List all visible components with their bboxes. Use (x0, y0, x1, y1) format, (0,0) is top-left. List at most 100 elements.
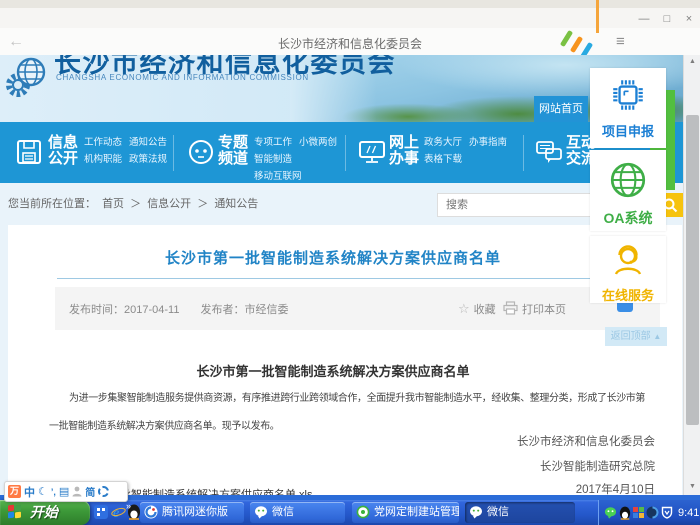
taskbar-button-label: 微信 (487, 506, 509, 518)
taskbar-button-label: 微信 (272, 506, 294, 518)
ime-keyboard-icon[interactable]: ▤ (59, 485, 69, 498)
start-button[interactable]: 开始 (0, 500, 90, 525)
breadcrumb-notice[interactable]: 通知公告 (214, 198, 258, 210)
system-tray: 9:41 (598, 500, 700, 525)
up-arrow-icon: ▲ (653, 332, 661, 341)
nav-affairs-line1: 网上 (389, 134, 419, 151)
article-page-title: 长沙市第一批智能制造系统解决方案供应商名单 (8, 247, 658, 268)
online-service-label: 在线服务 (590, 285, 666, 304)
tray-wechat-icon[interactable] (604, 506, 617, 519)
minimize-button[interactable]: — (635, 12, 653, 26)
close-button[interactable]: × (680, 12, 698, 26)
favorite-button[interactable]: ☆ 收藏 (458, 300, 496, 318)
clock: 9:41 (678, 507, 699, 519)
nav-link[interactable]: 政策法规 (129, 151, 167, 168)
nav-link[interactable]: 小微两创 (299, 134, 337, 151)
plugin-indicator-line (596, 0, 599, 33)
nav-channel-title[interactable]: 专题 频道 (218, 135, 248, 167)
breadcrumb-prefix: 您当前所在位置： (8, 198, 96, 210)
nav-channel-line2: 频道 (218, 150, 248, 167)
site-title-english: CHANGSHA ECONOMIC AND INFORMATION COMMIS… (56, 73, 309, 82)
ime-moon-icon[interactable]: ☾ (38, 485, 48, 498)
nav-link[interactable]: 移动互联网 (254, 168, 302, 185)
nav-link[interactable]: 机构职能 (84, 151, 122, 168)
nav-link[interactable]: 通知公告 (129, 134, 167, 151)
publisher-label: 发布者： (201, 304, 245, 316)
oa-system-card[interactable]: OA系统 (590, 150, 666, 231)
tray-shield-icon[interactable] (661, 506, 673, 519)
title-divider (57, 278, 660, 279)
nav-link[interactable]: 政务大厅 (424, 134, 462, 151)
nav-info-line2: 公开 (48, 150, 78, 167)
nav-affairs-title[interactable]: 网上 办事 (389, 135, 419, 167)
taskbar-button-tencent-mini[interactable]: 腾讯网迷你版 (140, 502, 244, 523)
restore-button[interactable]: □ (658, 12, 676, 26)
tray-grid-icon[interactable] (633, 507, 644, 518)
quicklaunch-more-icon[interactable]: » (126, 501, 131, 511)
signature-institute: 长沙智能制造研究总院 (49, 458, 655, 474)
headset-person-icon (610, 242, 646, 278)
start-label: 开始 (30, 504, 58, 520)
nav-link[interactable]: 表格下载 (424, 151, 462, 168)
nav-affairs-line2: 办事 (389, 150, 419, 167)
info-disclosure-icon (14, 137, 44, 167)
ime-chinese-mode-icon[interactable]: 中 (24, 484, 35, 500)
quicklaunch-messenger-icon[interactable] (94, 505, 108, 519)
oa-system-label: OA系统 (590, 208, 666, 228)
scrollbar-thumb[interactable] (686, 115, 699, 425)
breadcrumb-home[interactable]: 首页 (102, 198, 124, 210)
online-service-card[interactable]: 在线服务 (590, 236, 666, 303)
tray-qq-icon[interactable] (619, 506, 631, 520)
interaction-icon (534, 137, 564, 167)
ime-wan-icon[interactable]: 万 (8, 485, 21, 498)
taskbar-button-label: 党网定制建站管理... (374, 506, 459, 518)
nav-divider (523, 135, 524, 171)
windows-logo-icon (8, 505, 23, 519)
print-label: 打印本页 (522, 304, 566, 316)
ime-settings-gear-icon[interactable] (98, 486, 109, 497)
article-meta: 发布时间：2017-04-11 发布者：市经信委 (69, 301, 289, 317)
back-to-top-button[interactable]: 返回顶部 ▲ (605, 327, 667, 346)
publisher: 市经信委 (245, 304, 289, 316)
site-banner: 长沙市经济和信息化委员会 CHANGSHA ECONOMIC AND INFOR… (0, 55, 683, 122)
project-declare-card[interactable]: 项目申报 (590, 68, 666, 148)
nav-link[interactable]: 工作动态 (84, 134, 122, 151)
wechat-icon (254, 505, 268, 519)
taskbar: 开始 e » 腾讯网迷你版 微信 (0, 500, 700, 525)
star-icon: ☆ (458, 301, 470, 316)
breadcrumb-separator: ＞ (197, 198, 208, 210)
back-to-top-label: 返回顶部 (611, 331, 651, 342)
taskbar-button-label: 腾讯网迷你版 (162, 506, 228, 518)
chip-icon (609, 76, 647, 114)
ime-simplified-icon[interactable]: 简 (85, 484, 95, 499)
breadcrumb-info[interactable]: 信息公开 (147, 198, 191, 210)
tray-swirl-icon[interactable] (646, 506, 659, 519)
nav-link[interactable]: 智能制造 (254, 151, 292, 168)
breadcrumb-separator: ＞ (130, 198, 141, 210)
print-button[interactable]: 打印本页 (503, 300, 566, 318)
scroll-up-icon[interactable]: ▲ (684, 58, 700, 65)
menu-icon[interactable]: ≡ (616, 33, 625, 50)
taskbar-button-wechat-1[interactable]: 微信 (250, 502, 345, 523)
scrollbar[interactable]: ▲ ▼ (683, 55, 700, 495)
taskbar-button-site-builder[interactable]: 党网定制建站管理... (352, 502, 459, 523)
ime-punctuation-icon[interactable]: ’, (51, 487, 56, 497)
scroll-down-icon[interactable]: ▼ (684, 483, 700, 490)
nav-info-title[interactable]: 信息 公开 (48, 135, 78, 167)
special-channel-icon (186, 137, 216, 167)
taskbar-button-wechat-2[interactable]: 微信 (465, 502, 575, 523)
favorite-label: 收藏 (474, 304, 496, 316)
ime-user-icon[interactable] (72, 486, 82, 497)
tencent-icon (144, 505, 158, 519)
ime-toolbar: 万 中 ☾ ’, ▤ 简 (4, 481, 128, 502)
browser-toolbar: ← 长沙市经济和信息化委员会 ≡ (0, 28, 700, 56)
site-builder-icon (356, 505, 370, 519)
quicklaunch-ie-icon[interactable]: e (111, 504, 126, 520)
nav-link[interactable]: 办事指南 (469, 134, 507, 151)
main-nav: 信息 公开 工作动态通知公告机构职能政策法规 专题 频道 专项工作小微两创智能制… (0, 122, 683, 183)
desktop: { "colors":{"nav_blue":"#1e96d5","link_b… (0, 0, 700, 525)
nav-link[interactable]: 专项工作 (254, 134, 292, 151)
svg-text:e: e (113, 506, 119, 520)
oa-globe-icon (607, 159, 649, 201)
home-button[interactable]: 网站首页 (534, 96, 588, 122)
